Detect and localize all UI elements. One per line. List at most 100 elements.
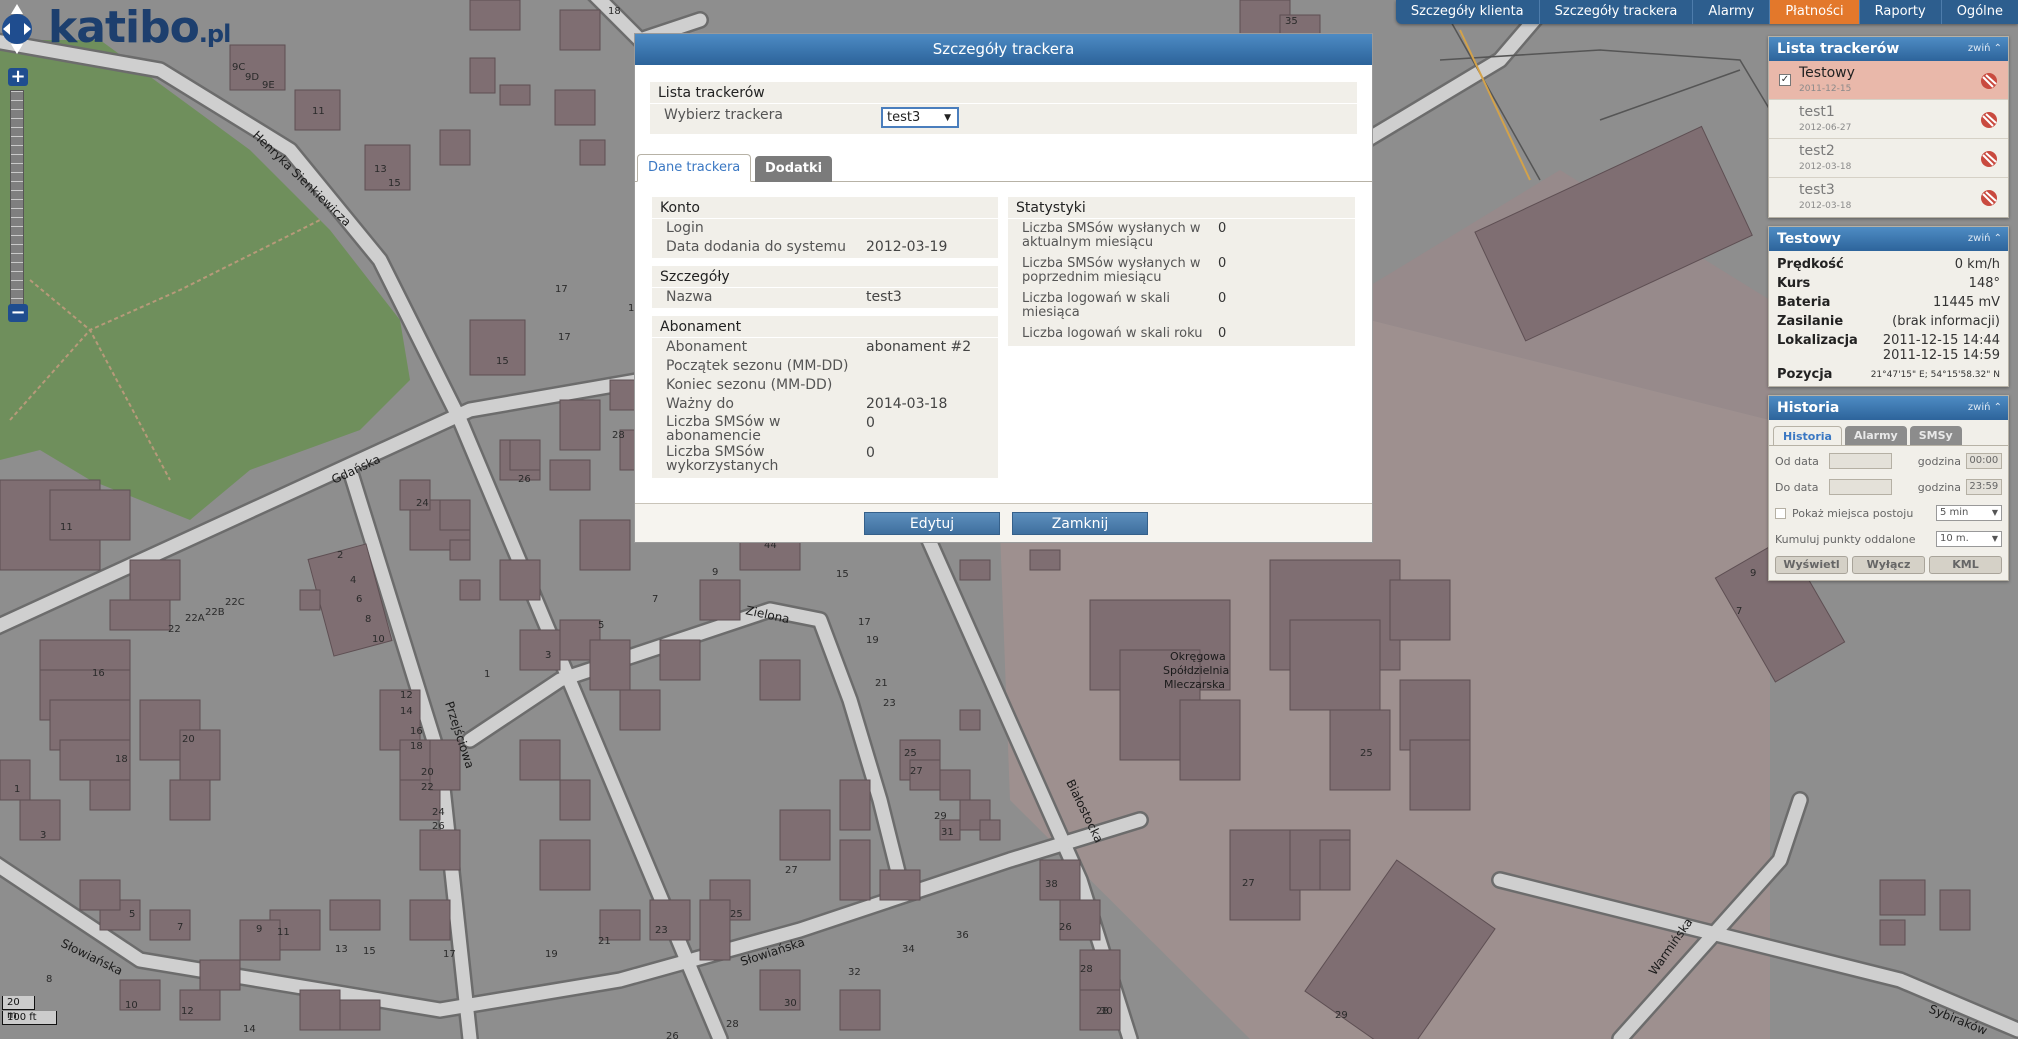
zoom-out-button[interactable]: − [8,304,28,322]
history-collapse[interactable]: zwiń ⌃ [1968,396,2002,420]
history-header: Historia zwiń ⌃ [1769,396,2008,420]
info-row-battery: Bateria 11445 mV [1777,295,2000,310]
to-time-input[interactable]: 23:59 [1965,479,2002,495]
tracker-list-title: Lista trackerów [1777,41,1900,57]
svg-text:34: 34 [902,944,915,955]
tab-history[interactable]: Historia [1773,426,1842,445]
svg-text:9: 9 [712,567,718,578]
subscription-row: Abonament abonament #2 [666,339,972,355]
svg-text:5: 5 [129,909,135,920]
map-pan-control[interactable] [0,0,34,58]
history-title: Historia [1777,400,1840,416]
turn-off-button[interactable]: Wyłącz [1852,556,1925,574]
date-added-row: Data dodania do systemu 2012-03-19 [666,239,948,255]
tracker-select-section: Lista trackerów Wybierz trackera test3 [650,82,1357,134]
tab-alarms[interactable]: Alarmy [1844,426,1907,445]
info-collapse[interactable]: zwiń ⌃ [1968,227,2002,251]
svg-text:35: 35 [1285,16,1298,27]
valid-until-row: Ważny do 2014-03-18 [666,396,948,412]
svg-text:9: 9 [256,924,262,935]
svg-text:26: 26 [1059,922,1072,933]
menu-payments[interactable]: Płatności [1769,0,1859,24]
tracker-date: 2012-03-18 [1799,201,1852,211]
tracker-item[interactable]: test3 2012-03-18 [1769,178,2008,217]
menu-alarms[interactable]: Alarmy [1692,0,1769,24]
zoom-in-button[interactable]: + [8,68,28,86]
tracker-date: 2012-06-27 [1799,123,1852,133]
menu-client-details[interactable]: Szczegóły klienta [1396,0,1539,24]
info-row-course: Kurs 148° [1777,276,2000,291]
edit-button[interactable]: Edytuj [864,512,1000,535]
cumulate-label: Kumuluj punkty oddalone [1775,532,1916,546]
svg-text:27: 27 [910,766,923,777]
tracker-checkbox[interactable]: ✓ [1779,74,1791,86]
svg-text:24: 24 [416,498,429,509]
svg-text:28: 28 [1096,1006,1109,1017]
subscription-section: Abonament Abonament abonament #2 Początek… [652,316,998,478]
tab-tracker-data[interactable]: Dane trackera [637,154,752,182]
svg-text:20: 20 [182,734,195,745]
close-button[interactable]: Zamknij [1012,512,1148,535]
tracker-select-title: Lista trackerów [650,82,1357,104]
stops-checkbox[interactable] [1775,507,1786,519]
history-panel: Historia zwiń ⌃ Historia Alarmy SMSy Od … [1768,395,2009,581]
tracker-select-label: Wybierz trackera [664,107,783,123]
tracker-item[interactable]: ✓ Testowy 2011-12-15 [1769,61,2008,100]
svg-text:8: 8 [46,974,52,985]
show-button[interactable]: Wyświetl [1775,556,1848,574]
svg-text:21: 21 [875,678,888,689]
tracker-list-panel: Lista trackerów zwiń ⌃ ✓ Testowy 2011-12… [1768,36,2009,218]
tracker-name: test2 [1799,143,1835,159]
tab-sms[interactable]: SMSy [1909,426,1962,445]
stops-row: Pokaż miejsca postoju 5 min [1769,498,2008,524]
svg-text:3: 3 [545,650,551,661]
tracker-item[interactable]: test2 2012-03-18 [1769,139,2008,178]
svg-text:28: 28 [726,1019,739,1030]
history-tabs: Historia Alarmy SMSy [1769,420,2008,446]
svg-text:5: 5 [598,620,604,631]
katibo-logo: katibo.pl [48,2,231,53]
svg-text:9: 9 [1750,568,1756,579]
details-title: Szczegóły [652,266,998,288]
menu-general[interactable]: Ogólne [1940,0,2018,24]
satellite-icon[interactable] [1978,71,2000,91]
zoom-slider[interactable] [10,90,24,310]
svg-text:26: 26 [666,1031,679,1039]
tracker-details-dialog: Szczegóły trackera Lista trackerów Wybie… [634,33,1373,543]
to-date-input[interactable] [1828,479,1892,495]
stops-select[interactable]: 5 min [1936,505,2002,521]
satellite-icon[interactable] [1978,110,2000,130]
svg-text:23: 23 [883,698,896,709]
from-date-input[interactable] [1828,453,1892,469]
cumulate-select[interactable]: 10 m. [1936,531,2002,547]
svg-text:Mleczarska: Mleczarska [1164,678,1225,691]
svg-text:Okręgowa: Okręgowa [1170,650,1226,663]
scale-metric: 20 m [2,996,35,1021]
logo-text: katibo [48,2,200,53]
dialog-tabs: Dane trackera Dodatki [635,154,1372,182]
tracker-date: 2012-03-18 [1799,162,1852,172]
tracker-item[interactable]: test1 2012-06-27 [1769,100,2008,139]
svg-text:22C: 22C [225,597,245,608]
from-time-input[interactable]: 00:00 [1965,453,2002,469]
info-header: Testowy zwiń ⌃ [1769,227,2008,251]
tracker-list-collapse[interactable]: zwiń ⌃ [1968,37,2002,61]
svg-text:15: 15 [496,356,509,367]
svg-text:10: 10 [125,1000,138,1011]
kml-button[interactable]: KML [1929,556,2002,574]
svg-text:28: 28 [1080,964,1093,975]
info-row-power: Zasilanie (brak informacji) [1777,314,2000,329]
account-title: Konto [652,197,998,219]
satellite-icon[interactable] [1978,149,2000,169]
satellite-icon[interactable] [1978,188,2000,208]
svg-text:6: 6 [356,594,362,605]
tracker-select[interactable]: test3 [881,107,959,128]
svg-text:29: 29 [1335,1010,1348,1021]
menu-reports[interactable]: Raporty [1858,0,1941,24]
menu-tracker-details[interactable]: Szczegóły trackera [1538,0,1693,24]
tab-extras[interactable]: Dodatki [755,156,833,182]
sms-in-plan-row: Liczba SMSów w abonamencie 0 [666,414,875,444]
svg-text:27: 27 [785,865,798,876]
svg-text:22: 22 [421,782,434,793]
statistics-section: Statystyki Liczba SMSów wysłanych w aktu… [1008,197,1355,346]
